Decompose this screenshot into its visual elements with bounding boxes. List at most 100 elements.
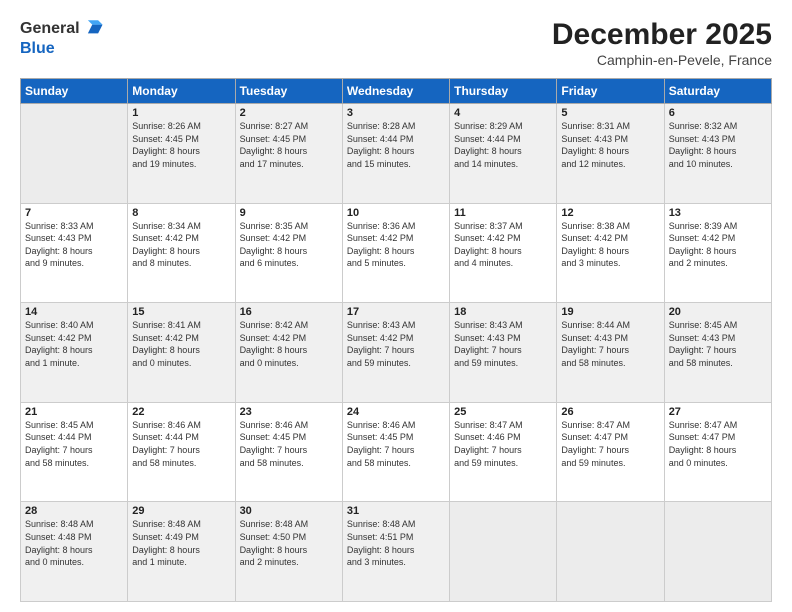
calendar-week-row: 21Sunrise: 8:45 AMSunset: 4:44 PMDayligh… xyxy=(21,402,772,502)
table-row: 2Sunrise: 8:27 AMSunset: 4:45 PMDaylight… xyxy=(235,104,342,204)
table-row: 24Sunrise: 8:46 AMSunset: 4:45 PMDayligh… xyxy=(342,402,449,502)
table-row: 11Sunrise: 8:37 AMSunset: 4:42 PMDayligh… xyxy=(450,203,557,303)
table-row: 29Sunrise: 8:48 AMSunset: 4:49 PMDayligh… xyxy=(128,502,235,602)
day-number: 13 xyxy=(669,207,767,219)
calendar: Sunday Monday Tuesday Wednesday Thursday… xyxy=(20,78,772,602)
day-info: Sunrise: 8:46 AMSunset: 4:45 PMDaylight:… xyxy=(240,419,338,469)
table-row: 13Sunrise: 8:39 AMSunset: 4:42 PMDayligh… xyxy=(664,203,771,303)
day-number: 2 xyxy=(240,107,338,119)
day-number: 26 xyxy=(561,406,659,418)
day-number: 12 xyxy=(561,207,659,219)
table-row: 12Sunrise: 8:38 AMSunset: 4:42 PMDayligh… xyxy=(557,203,664,303)
table-row: 10Sunrise: 8:36 AMSunset: 4:42 PMDayligh… xyxy=(342,203,449,303)
table-row: 6Sunrise: 8:32 AMSunset: 4:43 PMDaylight… xyxy=(664,104,771,204)
day-number: 16 xyxy=(240,306,338,318)
col-thursday: Thursday xyxy=(450,79,557,104)
day-info: Sunrise: 8:48 AMSunset: 4:50 PMDaylight:… xyxy=(240,518,338,568)
day-info: Sunrise: 8:43 AMSunset: 4:42 PMDaylight:… xyxy=(347,319,445,369)
table-row: 1Sunrise: 8:26 AMSunset: 4:45 PMDaylight… xyxy=(128,104,235,204)
day-info: Sunrise: 8:33 AMSunset: 4:43 PMDaylight:… xyxy=(25,220,123,270)
day-number: 23 xyxy=(240,406,338,418)
day-number: 6 xyxy=(669,107,767,119)
day-number: 7 xyxy=(25,207,123,219)
logo-general-text: General xyxy=(20,20,80,38)
day-info: Sunrise: 8:26 AMSunset: 4:45 PMDaylight:… xyxy=(132,120,230,170)
day-number: 29 xyxy=(132,505,230,517)
day-info: Sunrise: 8:45 AMSunset: 4:44 PMDaylight:… xyxy=(25,419,123,469)
day-number: 10 xyxy=(347,207,445,219)
day-info: Sunrise: 8:36 AMSunset: 4:42 PMDaylight:… xyxy=(347,220,445,270)
subtitle: Camphin-en-Pevele, France xyxy=(552,52,772,68)
table-row: 31Sunrise: 8:48 AMSunset: 4:51 PMDayligh… xyxy=(342,502,449,602)
day-info: Sunrise: 8:42 AMSunset: 4:42 PMDaylight:… xyxy=(240,319,338,369)
day-number: 28 xyxy=(25,505,123,517)
table-row: 27Sunrise: 8:47 AMSunset: 4:47 PMDayligh… xyxy=(664,402,771,502)
table-row: 5Sunrise: 8:31 AMSunset: 4:43 PMDaylight… xyxy=(557,104,664,204)
table-row xyxy=(557,502,664,602)
day-info: Sunrise: 8:27 AMSunset: 4:45 PMDaylight:… xyxy=(240,120,338,170)
day-info: Sunrise: 8:45 AMSunset: 4:43 PMDaylight:… xyxy=(669,319,767,369)
day-info: Sunrise: 8:32 AMSunset: 4:43 PMDaylight:… xyxy=(669,120,767,170)
day-info: Sunrise: 8:41 AMSunset: 4:42 PMDaylight:… xyxy=(132,319,230,369)
day-number: 3 xyxy=(347,107,445,119)
day-info: Sunrise: 8:35 AMSunset: 4:42 PMDaylight:… xyxy=(240,220,338,270)
header: General Blue December 2025 Camphin-en-Pe… xyxy=(20,18,772,68)
col-tuesday: Tuesday xyxy=(235,79,342,104)
day-number: 15 xyxy=(132,306,230,318)
day-info: Sunrise: 8:29 AMSunset: 4:44 PMDaylight:… xyxy=(454,120,552,170)
day-info: Sunrise: 8:37 AMSunset: 4:42 PMDaylight:… xyxy=(454,220,552,270)
page: General Blue December 2025 Camphin-en-Pe… xyxy=(0,0,792,612)
day-number: 27 xyxy=(669,406,767,418)
table-row: 4Sunrise: 8:29 AMSunset: 4:44 PMDaylight… xyxy=(450,104,557,204)
table-row: 26Sunrise: 8:47 AMSunset: 4:47 PMDayligh… xyxy=(557,402,664,502)
calendar-week-row: 1Sunrise: 8:26 AMSunset: 4:45 PMDaylight… xyxy=(21,104,772,204)
day-info: Sunrise: 8:47 AMSunset: 4:47 PMDaylight:… xyxy=(669,419,767,469)
table-row: 17Sunrise: 8:43 AMSunset: 4:42 PMDayligh… xyxy=(342,303,449,403)
table-row: 9Sunrise: 8:35 AMSunset: 4:42 PMDaylight… xyxy=(235,203,342,303)
day-info: Sunrise: 8:34 AMSunset: 4:42 PMDaylight:… xyxy=(132,220,230,270)
calendar-week-row: 7Sunrise: 8:33 AMSunset: 4:43 PMDaylight… xyxy=(21,203,772,303)
day-number: 21 xyxy=(25,406,123,418)
day-number: 4 xyxy=(454,107,552,119)
table-row: 7Sunrise: 8:33 AMSunset: 4:43 PMDaylight… xyxy=(21,203,128,303)
col-monday: Monday xyxy=(128,79,235,104)
table-row xyxy=(450,502,557,602)
logo-blue-text: Blue xyxy=(20,40,55,58)
calendar-header-row: Sunday Monday Tuesday Wednesday Thursday… xyxy=(21,79,772,104)
day-info: Sunrise: 8:47 AMSunset: 4:47 PMDaylight:… xyxy=(561,419,659,469)
day-info: Sunrise: 8:38 AMSunset: 4:42 PMDaylight:… xyxy=(561,220,659,270)
table-row xyxy=(21,104,128,204)
day-info: Sunrise: 8:47 AMSunset: 4:46 PMDaylight:… xyxy=(454,419,552,469)
table-row: 20Sunrise: 8:45 AMSunset: 4:43 PMDayligh… xyxy=(664,303,771,403)
day-info: Sunrise: 8:46 AMSunset: 4:45 PMDaylight:… xyxy=(347,419,445,469)
day-info: Sunrise: 8:31 AMSunset: 4:43 PMDaylight:… xyxy=(561,120,659,170)
month-title: December 2025 xyxy=(552,18,772,52)
calendar-week-row: 14Sunrise: 8:40 AMSunset: 4:42 PMDayligh… xyxy=(21,303,772,403)
day-info: Sunrise: 8:48 AMSunset: 4:48 PMDaylight:… xyxy=(25,518,123,568)
day-number: 24 xyxy=(347,406,445,418)
day-number: 25 xyxy=(454,406,552,418)
day-number: 5 xyxy=(561,107,659,119)
day-info: Sunrise: 8:43 AMSunset: 4:43 PMDaylight:… xyxy=(454,319,552,369)
col-wednesday: Wednesday xyxy=(342,79,449,104)
title-block: December 2025 Camphin-en-Pevele, France xyxy=(552,18,772,68)
col-friday: Friday xyxy=(557,79,664,104)
table-row: 28Sunrise: 8:48 AMSunset: 4:48 PMDayligh… xyxy=(21,502,128,602)
table-row: 23Sunrise: 8:46 AMSunset: 4:45 PMDayligh… xyxy=(235,402,342,502)
table-row: 16Sunrise: 8:42 AMSunset: 4:42 PMDayligh… xyxy=(235,303,342,403)
col-sunday: Sunday xyxy=(21,79,128,104)
day-number: 20 xyxy=(669,306,767,318)
day-number: 19 xyxy=(561,306,659,318)
day-info: Sunrise: 8:48 AMSunset: 4:49 PMDaylight:… xyxy=(132,518,230,568)
day-number: 1 xyxy=(132,107,230,119)
calendar-week-row: 28Sunrise: 8:48 AMSunset: 4:48 PMDayligh… xyxy=(21,502,772,602)
table-row: 3Sunrise: 8:28 AMSunset: 4:44 PMDaylight… xyxy=(342,104,449,204)
table-row: 18Sunrise: 8:43 AMSunset: 4:43 PMDayligh… xyxy=(450,303,557,403)
col-saturday: Saturday xyxy=(664,79,771,104)
day-info: Sunrise: 8:44 AMSunset: 4:43 PMDaylight:… xyxy=(561,319,659,369)
day-number: 17 xyxy=(347,306,445,318)
table-row xyxy=(664,502,771,602)
logo-icon xyxy=(82,18,104,40)
table-row: 21Sunrise: 8:45 AMSunset: 4:44 PMDayligh… xyxy=(21,402,128,502)
table-row: 14Sunrise: 8:40 AMSunset: 4:42 PMDayligh… xyxy=(21,303,128,403)
